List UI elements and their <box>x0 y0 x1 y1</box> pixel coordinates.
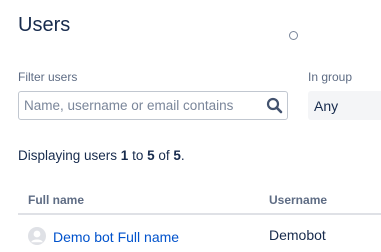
summary-of-word: of <box>154 148 174 163</box>
summary-suffix: . <box>180 148 185 163</box>
results-summary: Displaying users 1 to 5 of 5. <box>18 148 185 164</box>
in-group-label: In group <box>308 70 353 84</box>
summary-prefix: Displaying users <box>18 148 121 163</box>
column-header-full-name[interactable]: Full name <box>28 193 84 207</box>
summary-to: 5 <box>147 148 155 163</box>
user-username: Demobot <box>269 227 326 243</box>
filter-users-input[interactable] <box>24 92 259 119</box>
filter-users-field[interactable] <box>18 91 288 120</box>
column-header-username[interactable]: Username <box>269 193 327 207</box>
search-icon[interactable] <box>266 97 283 114</box>
summary-total: 5 <box>173 148 181 163</box>
in-group-selected-value: Any <box>314 98 339 114</box>
user-avatar-icon <box>28 227 46 245</box>
filter-users-label: Filter users <box>18 70 78 84</box>
in-group-select[interactable]: Any <box>308 91 381 120</box>
user-full-name-link[interactable]: Demo bot Full name <box>53 229 179 245</box>
status-indicator-icon <box>289 31 298 40</box>
users-table-header: Full name Username <box>18 185 381 215</box>
summary-to-word: to <box>128 148 148 163</box>
table-row: Demo bot Full name Demobot <box>18 217 381 252</box>
page-title: Users <box>18 14 71 36</box>
